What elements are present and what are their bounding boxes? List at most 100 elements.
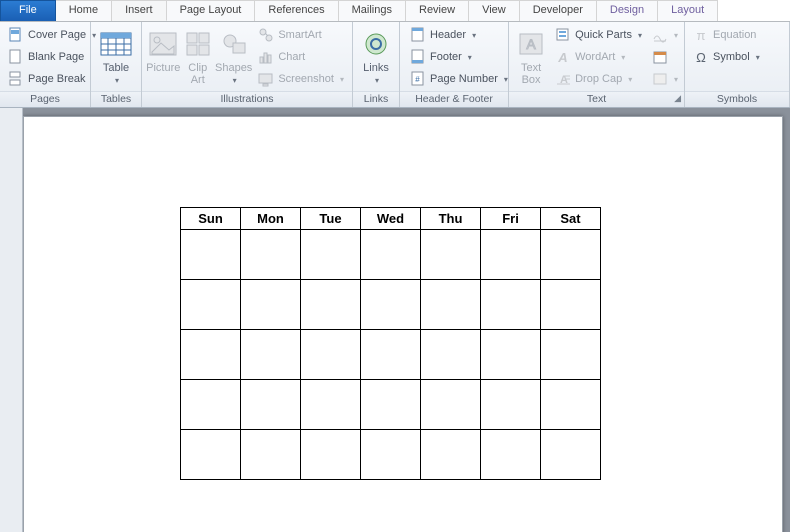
calendar-cell[interactable] [361,380,421,430]
calendar-cell[interactable] [421,330,481,380]
calendar-header-cell[interactable]: Wed [361,208,421,230]
calendar-cell[interactable] [181,430,241,480]
links-button[interactable]: Links▾ [357,24,395,87]
calendar-cell[interactable] [481,380,541,430]
calendar-header-cell[interactable]: Tue [301,208,361,230]
calendar-cell[interactable] [301,230,361,280]
calendar-header-cell[interactable]: Sun [181,208,241,230]
chevron-down-icon: ▾ [674,31,678,40]
calendar-cell[interactable] [421,380,481,430]
calendar-header-cell[interactable]: Thu [421,208,481,230]
drop-cap-button[interactable]: A Drop Cap ▾ [551,68,646,90]
tab-references[interactable]: References [255,0,338,21]
calendar-cell[interactable] [301,280,361,330]
calendar-cell[interactable] [361,430,421,480]
calendar-cell[interactable] [241,280,301,330]
calendar-cell[interactable] [241,380,301,430]
shapes-button[interactable]: Shapes▾ [215,24,252,87]
quick-parts-label: Quick Parts [575,29,632,41]
calendar-row [181,380,601,430]
blank-page-button[interactable]: Blank Page [4,46,100,68]
tab-layout[interactable]: Layout [658,0,718,21]
calendar-cell[interactable] [481,330,541,380]
calendar-cell[interactable] [241,430,301,480]
tab-file[interactable]: File [0,0,56,21]
signature-line-button[interactable]: ▾ [650,24,680,46]
object-icon [652,71,668,87]
chevron-down-icon: ▾ [233,76,237,85]
tab-design[interactable]: Design [597,0,658,21]
calendar-cell[interactable] [541,380,601,430]
calendar-cell[interactable] [361,330,421,380]
quick-parts-button[interactable]: Quick Parts ▾ [551,24,646,46]
calendar-cell[interactable] [361,230,421,280]
chevron-down-icon: ▾ [756,53,760,62]
group-pages-label: Pages [0,91,90,107]
tab-home[interactable]: Home [56,0,112,21]
calendar-cell[interactable] [421,430,481,480]
footer-button[interactable]: Footer ▾ [406,46,512,68]
equation-label: Equation [713,29,756,41]
page-break-button[interactable]: Page Break [4,68,100,90]
calendar-header-cell[interactable]: Fri [481,208,541,230]
calendar-cell[interactable] [301,330,361,380]
text-box-button[interactable]: A Text Box [513,24,549,86]
group-tables-label: Tables [91,91,141,107]
calendar-cell[interactable] [181,380,241,430]
group-text: A Text Box Quick Parts ▾ A WordArt ▾ A D… [509,22,685,107]
calendar-cell[interactable] [541,430,601,480]
calendar-cell[interactable] [301,380,361,430]
calendar-cell[interactable] [241,330,301,380]
smartart-button[interactable]: SmartArt [254,24,348,46]
page-number-button[interactable]: # Page Number ▾ [406,68,512,90]
calendar-cell[interactable] [181,330,241,380]
calendar-cell[interactable] [541,330,601,380]
header-button[interactable]: Header ▾ [406,24,512,46]
document-page[interactable]: Sun Mon Tue Wed Thu Fri Sat [23,116,783,532]
tab-view[interactable]: View [469,0,520,21]
tab-insert[interactable]: Insert [112,0,167,21]
calendar-cell[interactable] [181,280,241,330]
clip-art-icon [182,28,214,60]
table-button[interactable]: Table▾ [95,24,137,87]
tab-review[interactable]: Review [406,0,469,21]
tab-mailings[interactable]: Mailings [339,0,406,21]
group-symbols: π Equation Ω Symbol ▾ Symbols [685,22,790,107]
calendar-cell[interactable] [241,230,301,280]
links-label: Links▾ [363,62,389,87]
calendar-cell[interactable] [421,230,481,280]
calendar-cell[interactable] [421,280,481,330]
dialog-launcher-icon[interactable]: ◢ [674,93,681,104]
vertical-ruler [0,108,23,532]
calendar-cell[interactable] [481,230,541,280]
object-button[interactable]: ▾ [650,68,680,90]
calendar-cell[interactable] [361,280,421,330]
calendar-cell[interactable] [181,230,241,280]
symbol-icon: Ω [693,49,709,65]
cover-page-button[interactable]: Cover Page ▾ [4,24,100,46]
calendar-cell[interactable] [541,280,601,330]
group-links: Links▾ Links [353,22,400,107]
screenshot-button[interactable]: Screenshot ▾ [254,68,348,90]
table-label: Table▾ [103,62,129,87]
calendar-header-cell[interactable]: Sat [541,208,601,230]
clip-art-button[interactable]: Clip Art [181,24,216,86]
page-number-icon: # [410,71,426,87]
page-break-icon [8,71,24,87]
symbol-button[interactable]: Ω Symbol ▾ [689,46,764,68]
calendar-header-cell[interactable]: Mon [241,208,301,230]
tab-page-layout[interactable]: Page Layout [167,0,256,21]
tab-developer[interactable]: Developer [520,0,597,21]
equation-button[interactable]: π Equation [689,24,764,46]
text-box-label: Text Box [521,62,541,86]
wordart-button[interactable]: A WordArt ▾ [551,46,646,68]
document-scroll-area[interactable]: Sun Mon Tue Wed Thu Fri Sat [23,108,790,532]
picture-button[interactable]: Picture [146,24,181,74]
calendar-table[interactable]: Sun Mon Tue Wed Thu Fri Sat [180,207,601,480]
calendar-cell[interactable] [301,430,361,480]
date-time-button[interactable] [650,46,680,68]
calendar-cell[interactable] [481,280,541,330]
calendar-cell[interactable] [541,230,601,280]
chart-button[interactable]: Chart [254,46,348,68]
calendar-cell[interactable] [481,430,541,480]
